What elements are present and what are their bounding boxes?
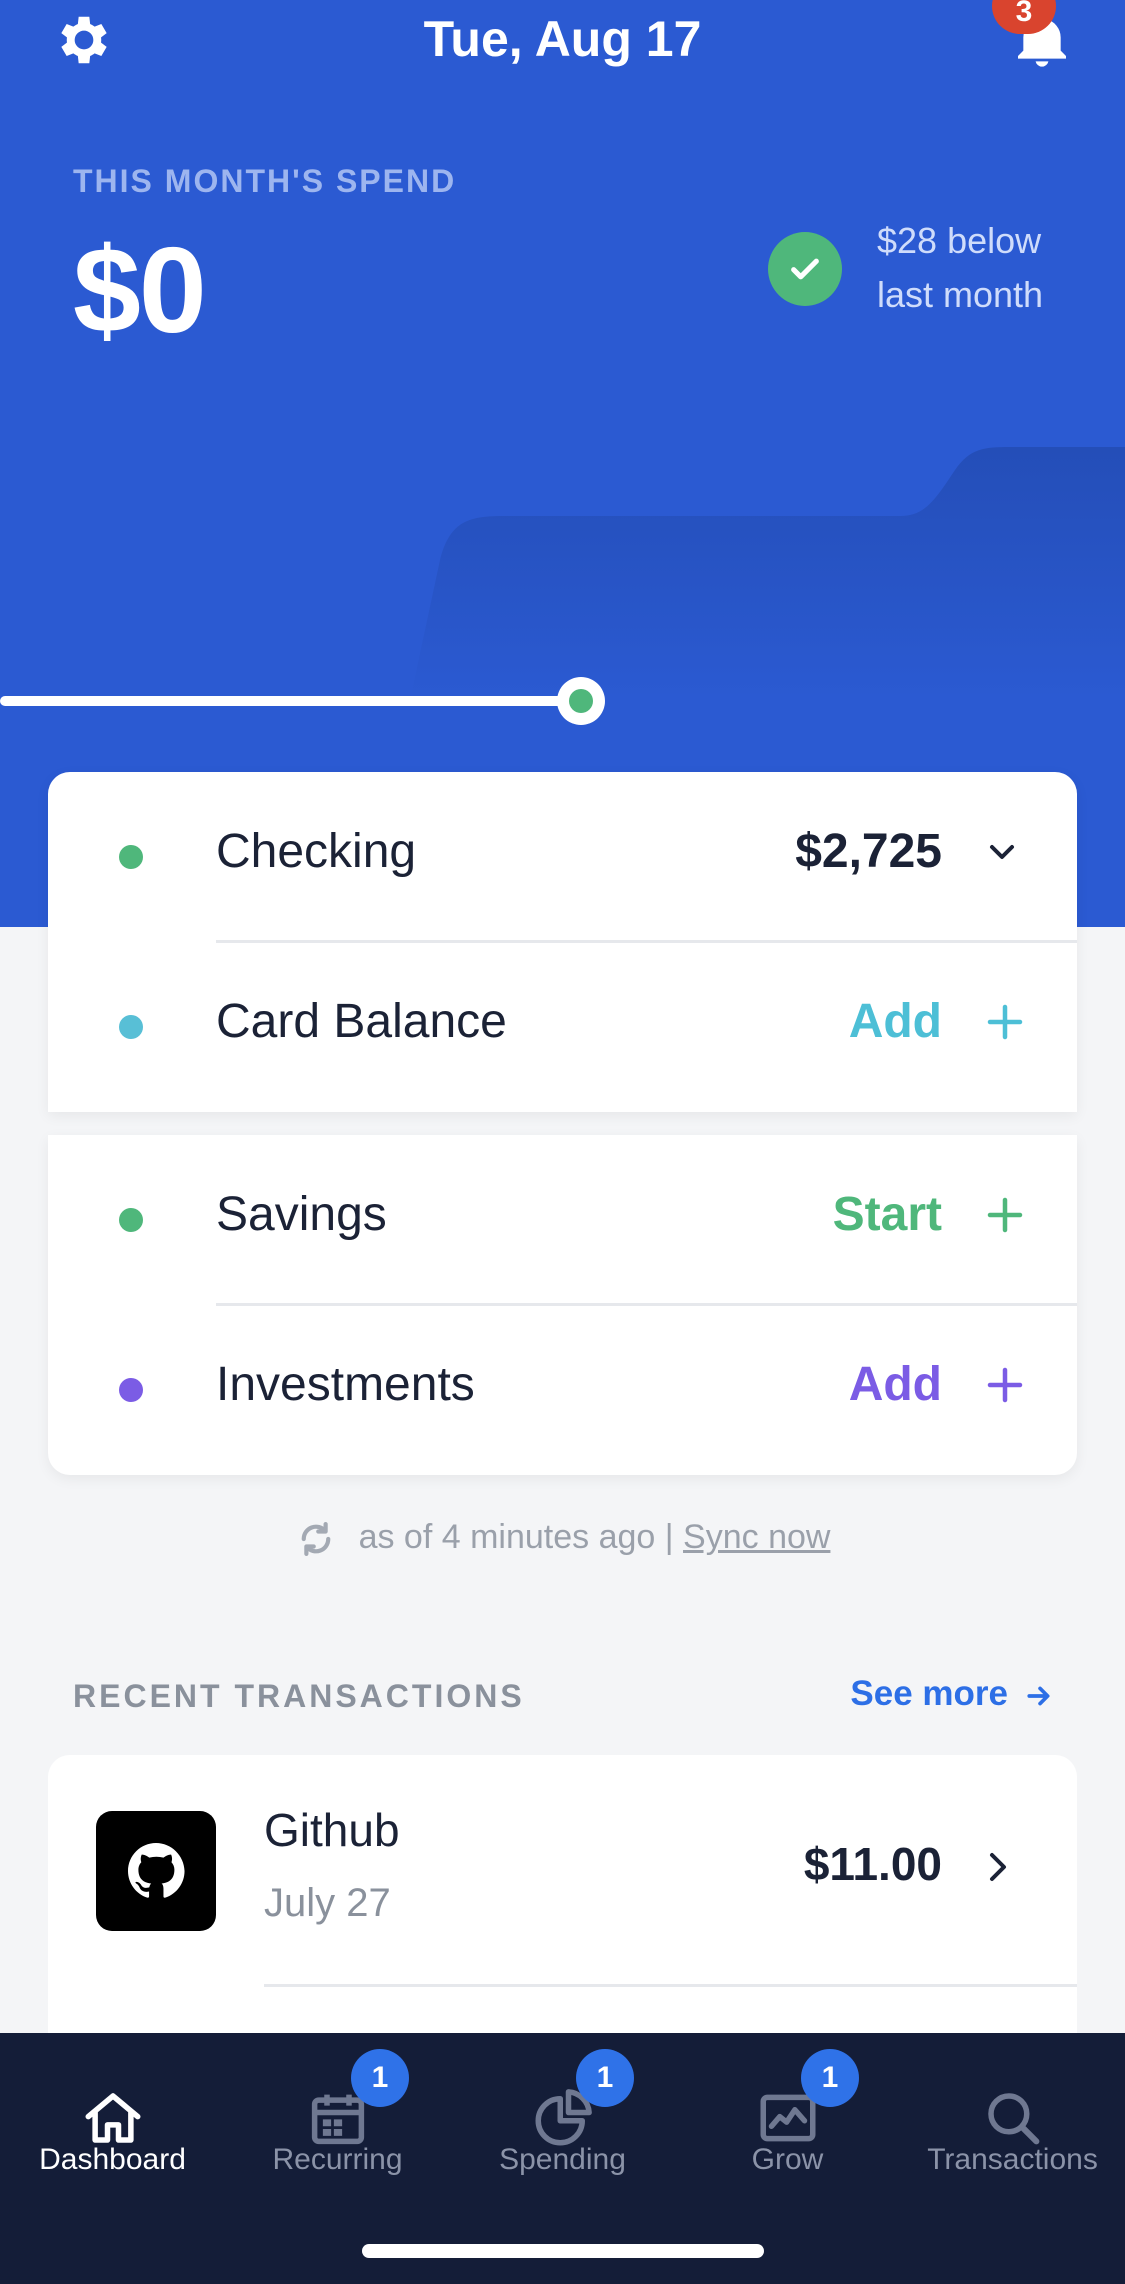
account-dot	[119, 845, 143, 869]
account-row-investments[interactable]: Investments Add	[48, 1305, 1077, 1475]
account-name: Checking	[216, 825, 417, 878]
comparison-line-2: last month	[877, 274, 1044, 315]
tab-transactions[interactable]: Transactions	[900, 2033, 1125, 2233]
see-more-link[interactable]: See more	[850, 1674, 1052, 1714]
tab-badge: 1	[351, 2049, 409, 2107]
account-row-card-balance[interactable]: Card Balance Add	[48, 942, 1077, 1112]
tab-badge: 1	[576, 2049, 634, 2107]
account-name: Savings	[216, 1188, 387, 1241]
comparison-line-1: $28 below	[877, 220, 1042, 261]
search-icon	[988, 2093, 1040, 2145]
plus-icon[interactable]	[985, 1365, 1025, 1405]
account-action-label[interactable]: Add	[849, 994, 942, 1049]
spend-label: THIS MONTH'S SPEND	[73, 163, 457, 199]
tab-label: Spending	[499, 2143, 626, 2176]
transaction-row[interactable]: Github July 27 $11.00	[48, 1755, 1077, 2055]
check-icon	[768, 232, 842, 306]
accounts-card-primary: Checking $2,725 Card Balance Add	[48, 772, 1077, 1112]
current-date: Tue, Aug 17	[423, 11, 702, 67]
account-dot	[119, 1015, 143, 1039]
chevron-right-icon	[990, 1853, 1006, 1881]
transaction-merchant: Github	[264, 1804, 400, 1856]
arrow-right-icon	[1027, 1686, 1050, 1706]
tab-label: Grow	[751, 2143, 824, 2176]
home-icon	[85, 2093, 141, 2143]
account-name: Investments	[216, 1358, 475, 1411]
see-more-label: See more	[850, 1674, 1008, 1713]
tab-badge: 1	[801, 2049, 859, 2107]
github-icon	[96, 1811, 216, 1931]
tab-recurring[interactable]: 1 Recurring	[225, 2033, 450, 2233]
top-bar: Tue, Aug 17 3	[0, 0, 1125, 90]
transaction-date: July 27	[264, 1881, 391, 1925]
sync-status: as of 4 minutes ago | Sync now	[0, 1518, 1125, 1560]
tab-label: Dashboard	[39, 2143, 186, 2176]
transaction-amount: $11.00	[803, 1838, 942, 1890]
plus-icon[interactable]	[985, 1002, 1025, 1042]
account-action-label[interactable]: Start	[833, 1187, 942, 1242]
tab-dashboard[interactable]: Dashboard	[0, 2033, 225, 2233]
account-row-savings[interactable]: Savings Start	[48, 1135, 1077, 1305]
account-row-checking[interactable]: Checking $2,725	[48, 772, 1077, 942]
spend-amount: $0	[73, 222, 207, 358]
tab-label: Transactions	[927, 2143, 1098, 2176]
account-dot	[119, 1378, 143, 1402]
account-action-label[interactable]: Add	[849, 1357, 942, 1412]
spend-progress-marker	[557, 677, 605, 725]
chevron-down-icon[interactable]	[987, 842, 1017, 862]
account-name: Card Balance	[216, 995, 507, 1048]
recent-transactions-heading: RECENT TRANSACTIONS	[73, 1678, 525, 1714]
tab-grow[interactable]: 1 Grow	[675, 2033, 900, 2233]
spend-progress-line	[0, 696, 582, 706]
home-indicator[interactable]	[362, 2244, 764, 2258]
tab-spending[interactable]: 1 Spending	[450, 2033, 675, 2233]
accounts-card-secondary: Savings Start Investments Add	[48, 1135, 1077, 1475]
account-dot	[119, 1208, 143, 1232]
tab-label: Recurring	[272, 2143, 403, 2176]
spend-comparison: $28 below last month	[877, 214, 1043, 322]
account-value: $2,725	[795, 825, 942, 878]
sync-now-link[interactable]: Sync now	[683, 1518, 830, 1556]
divider	[264, 1984, 1077, 1987]
plus-icon[interactable]	[985, 1195, 1025, 1235]
sync-icon[interactable]	[295, 1518, 337, 1560]
sync-status-text: as of 4 minutes ago |	[358, 1518, 674, 1556]
